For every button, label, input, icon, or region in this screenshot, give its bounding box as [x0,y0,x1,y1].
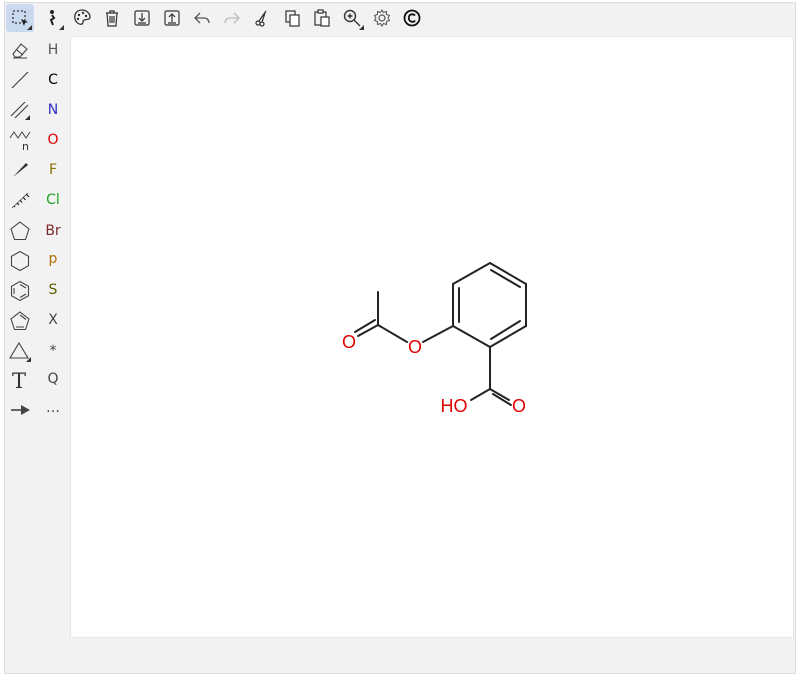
ring-bond-6[interactable] [452,262,491,285]
benzene-tool-button[interactable] [6,277,34,305]
paste-tool-button[interactable] [308,4,336,32]
drawing-canvas[interactable]: O O HO O [70,36,794,638]
atom-button-o[interactable]: O [38,126,68,154]
carbonyl-oxygen-label: O [342,332,356,352]
redo-icon [224,12,240,24]
redo-tool-button[interactable] [218,4,246,32]
erase-bond-tool-button[interactable] [38,4,66,32]
atom-button-p[interactable]: p [38,245,68,273]
zoom-tool-button[interactable] [338,4,366,32]
text-tool-button[interactable]: T [6,366,34,394]
eraser-tool-button[interactable] [6,36,34,64]
scissors-icon [255,10,267,27]
cyclohexane-tool-button[interactable] [6,247,34,275]
copy-icon [285,10,300,27]
svg-text:n: n [22,140,29,151]
atom-button-s[interactable]: S [38,276,68,304]
atom-button-f[interactable]: F [38,156,68,184]
color-tool-button[interactable] [68,4,96,32]
hexagon-icon [10,250,30,272]
chain-tool-button[interactable]: n [6,126,34,154]
about-tool-button[interactable] [398,4,426,32]
arrow-icon [11,405,30,415]
wedge-bond-tool-button[interactable] [6,156,34,184]
single-bond-icon [11,71,29,89]
ring-bond-4[interactable] [452,325,491,348]
molecule-drawing: O O HO O [342,262,527,416]
benzene-icon [10,280,30,302]
atom-button-n[interactable]: N [38,96,68,124]
cyclopentadiene-icon [10,311,30,331]
trash-icon [106,10,118,27]
svg-text:T: T [12,369,26,391]
copy-tool-button[interactable] [278,4,306,32]
hash-bond-icon [11,192,30,209]
top-toolbar [4,4,424,34]
atom-button-x[interactable]: X [38,306,68,334]
arrow-tool-button[interactable] [6,396,34,424]
undo-icon [194,12,210,24]
atom-palette: H C N O F Cl Br p S X * Q… [38,36,68,426]
ester-bond-2[interactable] [377,324,408,343]
left-toolbar: n T [4,36,34,426]
carbonyl-bond-a[interactable] [357,324,379,337]
undo-tool-button[interactable] [188,4,216,32]
shape-tool-button[interactable] [6,337,34,365]
atom-button-br[interactable]: Br [38,217,68,245]
cyclopentadiene-tool-button[interactable] [6,307,34,335]
double-bond-tool-button[interactable] [6,96,34,124]
open-tool-button[interactable] [128,4,156,32]
hydroxyl-bond[interactable] [470,388,491,401]
double-bond-icon [10,101,30,120]
clear-tool-button[interactable] [98,4,126,32]
settings-tool-button[interactable] [368,4,396,32]
chain-icon: n [9,131,31,151]
atom-button-q[interactable]: Q [38,365,68,393]
paste-icon [314,9,330,27]
select-tool-button[interactable] [6,4,34,32]
ring-inner-2[interactable] [490,320,521,340]
atom-button-h[interactable]: H [38,36,68,64]
pentagon-icon [10,221,30,241]
upload-icon [164,10,180,26]
acid-oxygen-label: O [512,396,526,416]
download-icon [134,10,150,26]
text-icon: T [12,369,26,391]
eraser-icon [12,43,28,59]
carbonyl-bond-b[interactable] [354,319,376,333]
atom-button-cl[interactable]: Cl [38,186,68,214]
wedge-bond-icon [13,163,28,177]
copyright-icon [403,9,421,27]
ester-oxygen-label: O [408,337,422,357]
hydroxyl-label: HO [441,396,468,416]
single-bond-tool-button[interactable] [6,66,34,94]
atom-button-star[interactable]: * [38,337,68,365]
save-tool-button[interactable] [158,4,186,32]
ester-bond-1[interactable] [422,325,454,343]
atom-button-more[interactable]: … [38,394,68,422]
gear-icon [373,9,391,27]
triangle-icon [9,341,31,362]
palette-icon [74,9,91,25]
hash-bond-tool-button[interactable] [6,186,34,214]
atom-button-c[interactable]: C [38,66,68,94]
cut-tool-button[interactable] [248,4,276,32]
cyclopentane-tool-button[interactable] [6,217,34,245]
